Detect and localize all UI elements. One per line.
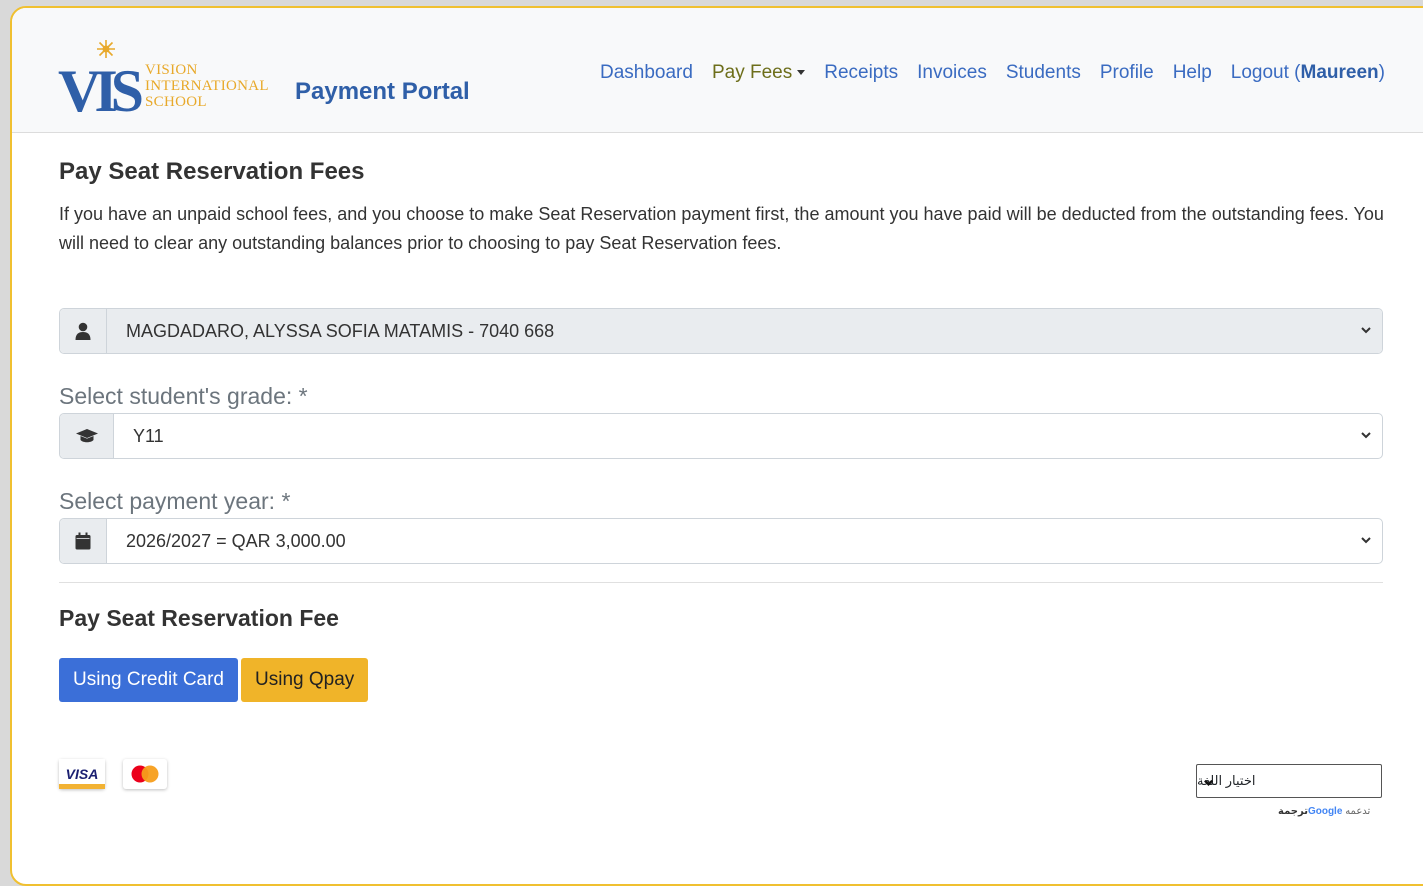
pay-qpay-button[interactable]: Using Qpay	[241, 658, 369, 702]
nav-logout[interactable]: Logout (Maureen)	[1231, 62, 1385, 84]
nav-pay-fees-dropdown[interactable]: Pay Fees	[711, 62, 806, 84]
powered-by-google-translate: تدعمه Googleترجمة	[1278, 806, 1370, 817]
mastercard-icon	[123, 759, 167, 789]
google-logo-text[interactable]: Google	[1308, 806, 1342, 817]
nav-profile[interactable]: Profile	[1100, 62, 1154, 84]
nav-dashboard[interactable]: Dashboard	[600, 62, 693, 84]
chevron-down-icon	[1361, 537, 1371, 544]
page-description: If you have an unpaid school fees, and y…	[59, 204, 1384, 253]
logged-in-user: Maureen	[1300, 62, 1379, 83]
year-select-group: 2026/2027 = QAR 3,000.00	[59, 518, 1383, 564]
year-select-value: 2026/2027 = QAR 3,000.00	[126, 530, 346, 551]
translate-link[interactable]: ترجمة	[1278, 806, 1308, 817]
navbar: VIS VISION INTERNATIONAL SCHOOL Payment …	[12, 8, 1423, 133]
nav-pay-fees-label: Pay Fees	[711, 62, 793, 83]
powered-by-label: تدعمه	[1345, 806, 1371, 817]
calendar-icon	[60, 519, 107, 563]
google-translate-language-select[interactable]: اختيار اللغة	[1196, 764, 1382, 798]
student-select[interactable]: MAGDADARO, ALYSSA SOFIA MATAMIS - 7040 6…	[107, 309, 1382, 353]
chevron-down-icon	[1361, 432, 1371, 439]
pay-credit-card-button[interactable]: Using Credit Card	[59, 658, 238, 702]
page-title: Pay Seat Reservation Fees	[59, 158, 365, 185]
student-select-group: MAGDADARO, ALYSSA SOFIA MATAMIS - 7040 6…	[59, 308, 1383, 354]
brand-title[interactable]: Payment Portal	[295, 78, 470, 106]
chevron-down-icon	[1204, 779, 1213, 786]
user-icon	[60, 309, 107, 353]
nav-help[interactable]: Help	[1173, 62, 1212, 84]
grade-select-group: Y11	[59, 413, 1383, 459]
section-divider	[59, 582, 1383, 583]
student-select-value: MAGDADARO, ALYSSA SOFIA MATAMIS - 7040 6…	[126, 320, 555, 341]
payment-heading: Pay Seat Reservation Fee	[59, 605, 339, 631]
graduation-cap-icon	[60, 414, 114, 458]
visa-card-icon: VISA	[59, 759, 105, 789]
logo-wordmark: VISION INTERNATIONAL SCHOOL	[145, 62, 269, 110]
nav-invoices[interactable]: Invoices	[917, 62, 987, 84]
nav-students[interactable]: Students	[1006, 62, 1081, 84]
year-label: Select payment year: *	[59, 488, 291, 514]
logout-label: Logout (	[1230, 62, 1301, 83]
year-select[interactable]: 2026/2027 = QAR 3,000.00	[107, 519, 1382, 563]
portal-window: VIS VISION INTERNATIONAL SCHOOL Payment …	[10, 6, 1423, 886]
grade-select[interactable]: Y11	[114, 414, 1382, 458]
grade-label: Select student's grade: *	[59, 383, 308, 409]
svg-text:VIS: VIS	[58, 58, 142, 116]
logout-close-paren: )	[1378, 62, 1385, 83]
main-nav: Dashboard Pay Fees Receipts Invoices Stu…	[600, 62, 1404, 84]
chevron-down-icon	[1361, 327, 1371, 334]
caret-down-icon	[797, 70, 806, 75]
svg-text:VISA: VISA	[66, 766, 99, 782]
grade-select-value: Y11	[133, 425, 164, 446]
school-logo[interactable]: VIS VISION INTERNATIONAL SCHOOL	[58, 36, 288, 124]
nav-receipts[interactable]: Receipts	[824, 62, 898, 84]
